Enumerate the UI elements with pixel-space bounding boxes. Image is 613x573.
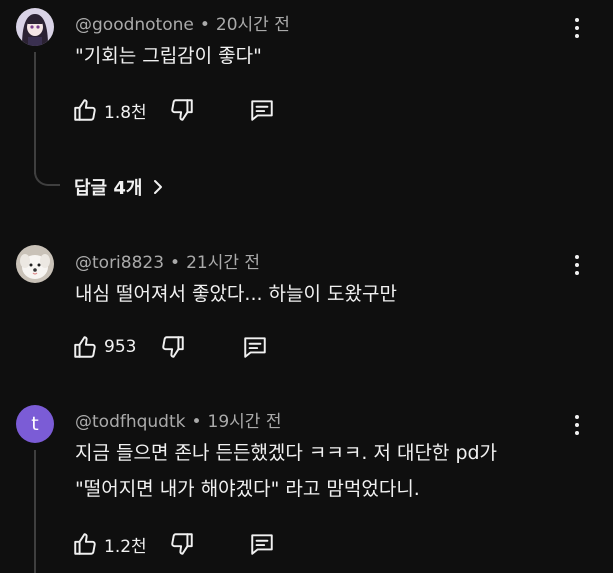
like-button[interactable]: 1.8천: [72, 97, 147, 123]
thumbs-down-icon: [170, 99, 193, 121]
comment-text-line: "떨어지면 내가 해야겠다" 라고 맘먹었다니.: [75, 478, 420, 500]
like-count: 1.8천: [104, 102, 147, 123]
comment-text-line: "기회는 그립감이 좋다": [75, 45, 262, 67]
comment-text: 내심 떨어져서 좋았다... 하늘이 도왔구만: [75, 276, 397, 312]
like-count: 1.2천: [104, 536, 147, 557]
avatar[interactable]: [16, 8, 54, 46]
comment-item: t @todfhqudtk • 19시간 전 지금 들으면 존나 든든했겠다 ㅋㅋㅋ…: [0, 398, 613, 573]
thumbs-down-icon: [162, 336, 185, 358]
more-options-icon[interactable]: [566, 251, 588, 279]
meta-separator: •: [191, 412, 202, 432]
like-button[interactable]: 953: [72, 334, 136, 360]
avatar-letter: t: [31, 413, 39, 435]
comment-meta: @tori8823 • 21시간 전: [75, 248, 260, 273]
avatar[interactable]: t: [16, 405, 54, 443]
like-button[interactable]: 1.2천: [72, 531, 147, 557]
reply-button[interactable]: [242, 334, 268, 360]
comment-text-line: 내심 떨어져서 좋았다... 하늘이 도왔구만: [75, 283, 397, 305]
thread-connector: [34, 170, 60, 186]
reply-button[interactable]: [249, 97, 275, 123]
anime-character-avatar: [16, 8, 54, 46]
comment-item: @tori8823 • 21시간 전 내심 떨어져서 좋았다... 하늘이 도왔구만…: [0, 240, 613, 380]
white-dog-avatar: [16, 245, 54, 283]
comment-time[interactable]: 21시간 전: [186, 253, 260, 273]
view-replies-button[interactable]: 답글 4개: [74, 174, 164, 200]
comment-time[interactable]: 20시간 전: [216, 15, 290, 35]
thumbs-up-icon: [74, 533, 96, 555]
reply-button[interactable]: [249, 531, 275, 557]
comment-text: "기회는 그립감이 좋다": [75, 38, 262, 74]
avatar[interactable]: [16, 245, 54, 283]
comment-text-line: 지금 들으면 존나 든든했겠다 ㅋㅋㅋ. 저 대단한 pd가: [75, 442, 498, 464]
thumbs-down-icon: [170, 533, 193, 555]
comment-meta: @todfhqudtk • 19시간 전: [75, 407, 281, 432]
meta-separator: •: [170, 253, 181, 273]
replies-label: 답글 4개: [74, 178, 143, 199]
comment-icon: [244, 337, 267, 358]
comment-icon: [250, 534, 273, 555]
comment-meta: @goodnotone • 20시간 전: [75, 10, 290, 35]
comment-item: @goodnotone• 20시간 전 "기회는 그립감이 좋다" 1.8천: [0, 0, 613, 210]
thumbs-up-icon: [74, 99, 96, 121]
comment-author[interactable]: @tori8823: [75, 253, 164, 273]
more-options-icon[interactable]: [566, 411, 588, 439]
thumbs-up-icon: [74, 336, 96, 358]
comment-actions: 1.2천: [72, 529, 275, 559]
comment-icon: [250, 100, 273, 121]
thread-line: [34, 450, 36, 573]
comment-text: 지금 들으면 존나 든든했겠다 ㅋㅋㅋ. 저 대단한 pd가 "떨어지면 내가 …: [75, 435, 497, 507]
dislike-button[interactable]: [169, 97, 195, 123]
more-options-icon[interactable]: [566, 14, 588, 42]
comment-actions: 1.8천: [72, 95, 275, 125]
dislike-button[interactable]: [169, 531, 195, 557]
comment-actions: 953: [72, 332, 268, 362]
meta-separator: •: [199, 15, 210, 35]
like-count: 953: [104, 337, 137, 357]
comment-author[interactable]: @goodnotone: [75, 15, 194, 35]
chevron-right-icon: [154, 180, 163, 194]
comment-time[interactable]: 19시간 전: [208, 412, 282, 432]
thread-line: [34, 52, 36, 174]
comment-author[interactable]: @todfhqudtk: [75, 412, 185, 432]
dislike-button[interactable]: [160, 334, 186, 360]
